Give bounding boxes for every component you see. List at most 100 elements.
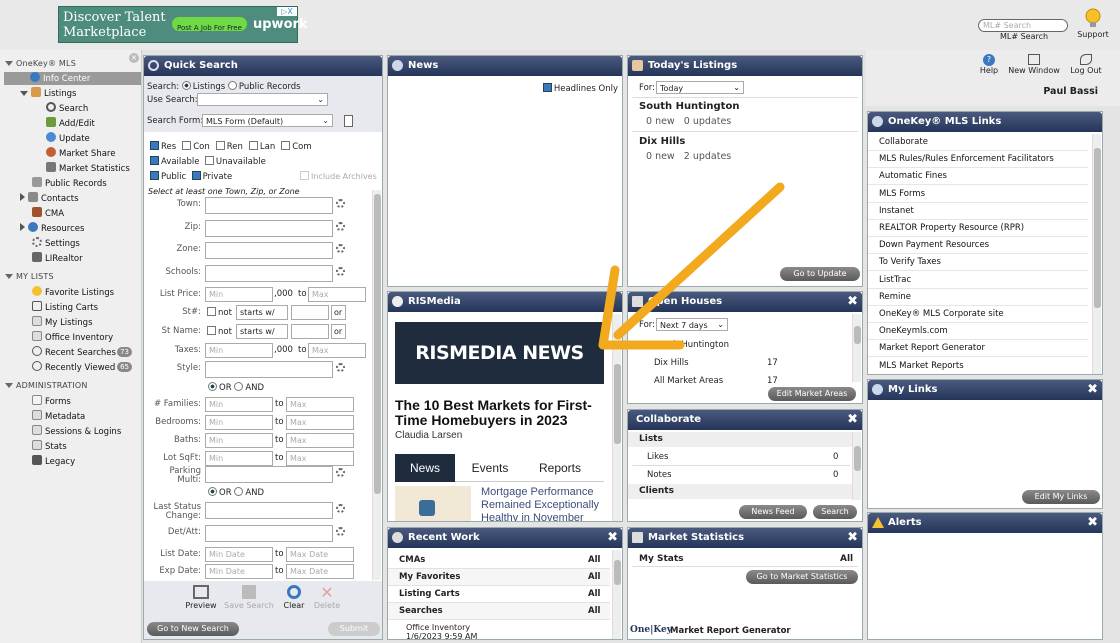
new-window-button[interactable]: New Window <box>1006 54 1062 75</box>
mls-link-item[interactable]: ListTrac <box>868 272 1088 289</box>
tab-reports[interactable]: Reports <box>525 454 595 482</box>
news-feed-button[interactable]: News Feed <box>739 505 807 519</box>
include-archives-option[interactable]: Include Archives <box>300 171 377 181</box>
close-icon[interactable]: ✖ <box>847 292 858 312</box>
mls-link-item[interactable]: Automatic Fines <box>868 168 1088 186</box>
bedrooms-max-input[interactable]: Max <box>286 415 354 430</box>
section-my-lists[interactable]: MY LISTS <box>5 272 54 281</box>
recent-work-row[interactable]: My Favorites All <box>388 569 610 586</box>
recent-work-row[interactable]: Listing Carts All <box>388 586 610 603</box>
mls-link-item[interactable]: Remine <box>868 289 1088 306</box>
recent-work-row[interactable]: Searches All <box>388 603 610 620</box>
headlines-only-checkbox[interactable] <box>542 83 552 92</box>
edit-my-links-button[interactable]: Edit My Links <box>1022 490 1100 504</box>
street-starts-with-select[interactable]: starts w/ <box>236 305 288 320</box>
schools-input[interactable] <box>205 265 333 282</box>
gear-icon[interactable] <box>336 527 345 536</box>
det-att-input[interactable] <box>205 525 333 542</box>
headlines-only-option[interactable]: Headlines Only <box>542 83 618 94</box>
rismedia-scrollbar[interactable] <box>612 314 621 521</box>
gear-icon[interactable] <box>336 504 345 513</box>
listings-radio[interactable] <box>181 81 191 90</box>
exp-date-min-input[interactable]: Min Date <box>205 564 273 579</box>
search-form-select[interactable]: MLS Form (Default) ⌄ <box>202 114 333 127</box>
open-house-row[interactable]: South Huntington <box>628 337 850 353</box>
list-date-min-input[interactable]: Min Date <box>205 547 273 562</box>
mls-link-item[interactable]: MLS Forms <box>868 186 1088 203</box>
area-status[interactable]: 0 new 0 updates <box>646 116 731 127</box>
lot-sqft-min-input[interactable]: Min <box>205 451 273 466</box>
taxes-max-input[interactable]: Max <box>308 343 366 358</box>
mls-link-item[interactable]: Collaborate <box>868 134 1088 151</box>
mls-link-item[interactable]: Market Report Generator <box>868 340 1088 358</box>
last-status-input[interactable] <box>205 502 333 519</box>
zip-input[interactable] <box>205 220 333 237</box>
type-option-lan[interactable]: Lan <box>248 141 275 152</box>
story-thumbnail[interactable] <box>395 486 471 521</box>
ad-choices-icon[interactable]: ▷X <box>277 7 297 16</box>
recent-work-all-link[interactable]: All <box>588 552 600 569</box>
sidebar-item-favorite-listings[interactable]: Favorite Listings <box>32 286 114 299</box>
sidebar-item-recently-viewed[interactable]: Recently Viewed 65 <box>32 361 138 374</box>
scrollbar-thumb[interactable] <box>1094 148 1101 308</box>
scrollbar-thumb[interactable] <box>614 364 621 444</box>
public-checkbox[interactable] <box>150 171 159 180</box>
sidebar-item-legacy[interactable]: Legacy <box>32 455 75 468</box>
sidebar-item-lirealtor[interactable]: LIRealtor <box>32 252 83 265</box>
submit-button[interactable]: Submit <box>328 622 380 636</box>
lot-sqft-max-input[interactable]: Max <box>286 451 354 466</box>
list-date-max-input[interactable]: Max Date <box>286 547 354 562</box>
close-icon[interactable]: ✖ <box>847 410 858 430</box>
st-name-starts-with-select[interactable]: starts w/ <box>236 324 288 339</box>
section-onekey-mls[interactable]: OneKey® MLS <box>5 59 76 68</box>
sidebar-item-search[interactable]: Search <box>46 102 88 115</box>
mls-link-item[interactable]: MLS Market Reports <box>868 358 1088 374</box>
unavailable-checkbox[interactable] <box>204 156 214 165</box>
parking-or-radio[interactable] <box>208 487 217 496</box>
edit-market-areas-button[interactable]: Edit Market Areas <box>768 387 856 401</box>
sidebar-item-sessions-logins[interactable]: Sessions & Logins <box>32 425 121 438</box>
tab-news[interactable]: News <box>395 454 455 482</box>
period-select[interactable]: Next 7 days ⌄ <box>656 318 728 331</box>
sidebar-item-market-statistics[interactable]: Market Statistics <box>46 162 130 175</box>
sidebar-item-stats[interactable]: Stats <box>32 440 67 453</box>
scrollbar-thumb[interactable] <box>854 326 861 344</box>
use-search-select[interactable]: ⌄ <box>197 93 328 106</box>
recent-work-scrollbar[interactable] <box>612 550 621 639</box>
area-name[interactable]: South Huntington <box>639 101 739 112</box>
close-icon[interactable]: ✖ <box>607 528 618 548</box>
gear-icon[interactable] <box>336 363 345 372</box>
sidebar-item-info-center[interactable]: Info Center <box>4 72 141 85</box>
tab-events[interactable]: Events <box>455 454 525 482</box>
baths-min-input[interactable]: Min <box>205 433 273 448</box>
scrollbar-thumb[interactable] <box>374 194 381 494</box>
help-button[interactable]: ? Help <box>976 54 1002 75</box>
period-select[interactable]: Today ⌄ <box>656 81 744 94</box>
likes-link[interactable]: Likes <box>647 452 668 462</box>
my-stats-all-link[interactable]: All <box>840 554 853 564</box>
sidebar-item-recent-searches[interactable]: Recent Searches 73 <box>32 346 138 359</box>
sidebar-item-contacts[interactable]: Contacts <box>20 192 79 205</box>
parking-input[interactable] <box>205 466 333 483</box>
sidebar-item-settings[interactable]: Settings <box>32 237 80 250</box>
support-button[interactable]: Support <box>1076 8 1110 39</box>
news-headline-link[interactable]: The 10 Best Markets for First-Time Homeb… <box>395 398 607 428</box>
mls-link-item[interactable]: OneKeymls.com <box>868 323 1088 341</box>
collaborate-scrollbar[interactable] <box>852 432 861 500</box>
parking-and-radio[interactable] <box>234 487 244 496</box>
section-administration[interactable]: ADMINISTRATION <box>5 381 88 390</box>
sidebar-item-listing-carts[interactable]: Listing Carts <box>32 301 98 314</box>
town-input[interactable] <box>205 197 333 214</box>
clear-button[interactable]: Clear <box>279 585 309 610</box>
private-checkbox[interactable] <box>191 171 201 180</box>
mls-link-item[interactable]: OneKey® MLS Corporate site <box>868 306 1088 323</box>
style-input[interactable] <box>205 361 333 378</box>
open-house-row[interactable]: Dix Hills 17 <box>628 355 850 371</box>
ad-cta-button[interactable]: Post A Job For Free <box>172 17 247 32</box>
mls-links-scrollbar[interactable] <box>1092 134 1101 374</box>
upwork-ad-banner[interactable]: Discover Talent Marketplace Post A Job F… <box>58 6 308 43</box>
sidebar-item-add-edit[interactable]: Add/Edit <box>46 117 95 130</box>
rismedia-logo[interactable]: RISMEDIA NEWS <box>395 322 604 384</box>
st-name-or-button[interactable]: or <box>331 324 346 339</box>
market-report-generator-link[interactable]: Market Report Generator <box>670 626 791 636</box>
